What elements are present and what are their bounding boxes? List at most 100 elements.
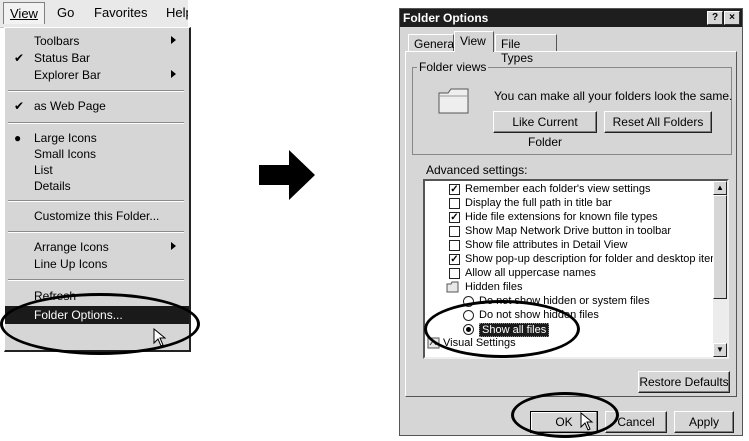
mouse-cursor-icon xyxy=(153,328,167,347)
checkbox[interactable]: ✓ xyxy=(449,254,460,265)
menu-view[interactable]: View xyxy=(3,2,45,24)
menu-item-large-icons-label: Large Icons xyxy=(34,131,97,145)
view-menu: Toolbars ✔ Status Bar Explorer Bar ✔ as … xyxy=(4,27,191,352)
menu-item-details-label: Details xyxy=(34,179,71,193)
submenu-arrow-icon xyxy=(171,70,176,78)
list-item-label: Do not show hidden or system files xyxy=(479,295,650,307)
menu-item-large-icons[interactable]: ● Large Icons xyxy=(5,130,189,146)
menu-item-explorer-bar-label: Explorer Bar xyxy=(34,68,101,82)
menu-item-status-bar-label: Status Bar xyxy=(34,51,91,65)
menu-view-label: View xyxy=(10,6,38,21)
menu-item-list[interactable]: List xyxy=(5,162,189,178)
menu-item-folder-options-label: Folder Options... xyxy=(34,308,123,322)
menu-item-list-label: List xyxy=(34,163,53,177)
list-item-label: Hidden files xyxy=(465,281,523,293)
menu-item-as-web-page-label: as Web Page xyxy=(34,99,106,113)
list-item-label: Allow all uppercase names xyxy=(465,267,596,279)
list-item-label: Visual Settings xyxy=(443,337,516,349)
apply-button[interactable]: Apply xyxy=(674,411,734,433)
reset-all-folders-button[interactable]: Reset All Folders xyxy=(604,111,712,133)
menu-separator xyxy=(8,231,184,233)
ok-label: OK xyxy=(555,415,573,429)
menu-item-small-icons-label: Small Icons xyxy=(34,147,97,161)
tab-view[interactable]: View xyxy=(454,31,494,52)
cancel-label: Cancel xyxy=(617,415,655,429)
checkbox[interactable] xyxy=(449,240,460,251)
scroll-up-button[interactable]: ▲ xyxy=(713,181,727,195)
checkbox[interactable] xyxy=(449,268,460,279)
menu-item-arrange-icons-label: Arrange Icons xyxy=(34,240,109,254)
menu-item-toolbars-label: Toolbars xyxy=(34,34,80,48)
menu-item-status-bar[interactable]: ✔ Status Bar xyxy=(5,50,189,66)
tab-file-types[interactable]: File Types xyxy=(495,34,557,65)
menu-item-line-up-icons[interactable]: Line Up Icons xyxy=(5,256,189,272)
apply-label: Apply xyxy=(688,415,720,429)
menu-item-refresh[interactable]: Refresh xyxy=(5,288,189,304)
checkbox[interactable] xyxy=(449,226,460,237)
menu-item-line-up-icons-label: Line Up Icons xyxy=(34,257,108,271)
menu-help[interactable]: Help xyxy=(166,5,188,20)
menu-go[interactable]: Go xyxy=(57,5,74,20)
checkbox[interactable] xyxy=(449,198,460,209)
list-scrollbar[interactable]: ▲ ▼ xyxy=(713,181,727,357)
menu-item-details[interactable]: Details xyxy=(5,178,189,194)
list-item-label: Remember each folder's view settings xyxy=(465,183,651,195)
menu-go-label: Go xyxy=(57,5,75,20)
visual-settings-icon xyxy=(427,337,440,349)
list-item-label: Show Map Network Drive button in toolbar xyxy=(465,225,672,237)
menu-item-as-web-page[interactable]: ✔ as Web Page xyxy=(5,98,189,114)
check-icon: ✔ xyxy=(14,51,25,65)
menu-help-label: Help xyxy=(166,5,188,20)
menu-separator xyxy=(8,279,184,281)
menu-item-customize-label: Customize this Folder... xyxy=(34,209,160,223)
list-item-label: Do not show hidden files xyxy=(479,309,599,321)
submenu-arrow-icon xyxy=(171,36,176,44)
restore-defaults-label: Restore Defaults xyxy=(639,375,729,389)
submenu-arrow-icon xyxy=(171,242,176,250)
menu-item-toolbars[interactable]: Toolbars xyxy=(5,33,189,49)
radio-button-selected[interactable] xyxy=(463,324,474,335)
check-icon: ✔ xyxy=(14,99,25,113)
list-item-label: Display the full path in title bar xyxy=(465,197,612,209)
menu-item-small-icons[interactable]: Small Icons xyxy=(5,146,189,162)
menu-favorites[interactable]: Favorites xyxy=(94,5,147,20)
like-current-folder-button[interactable]: Like Current Folder xyxy=(493,111,597,149)
restore-defaults-button[interactable]: Restore Defaults xyxy=(638,371,730,393)
advanced-settings-list[interactable]: ✓ Remember each folder's view settings D… xyxy=(423,179,729,359)
scroll-thumb[interactable] xyxy=(713,195,727,299)
mouse-cursor-icon xyxy=(580,412,594,431)
menu-separator xyxy=(8,122,184,124)
menu-item-explorer-bar[interactable]: Explorer Bar xyxy=(5,67,189,83)
tab-general[interactable]: General xyxy=(408,34,457,51)
list-item-label: Show all files xyxy=(479,323,550,337)
bullet-icon: ● xyxy=(14,131,22,145)
radio-button[interactable] xyxy=(463,296,474,307)
list-item-label: Show file attributes in Detail View xyxy=(465,239,628,251)
menu-separator xyxy=(8,90,184,92)
reset-all-folders-label: Reset All Folders xyxy=(612,115,704,129)
list-item-label: Show pop-up description for folder and d… xyxy=(465,253,728,265)
folder-views-label: Folder views xyxy=(417,60,489,74)
close-button[interactable]: × xyxy=(724,11,740,25)
menu-separator xyxy=(8,200,184,202)
checkbox[interactable]: ✓ xyxy=(449,212,460,223)
checkbox[interactable]: ✓ xyxy=(449,184,460,195)
radio-button[interactable] xyxy=(463,310,474,321)
menu-item-arrange-icons[interactable]: Arrange Icons xyxy=(5,239,189,255)
help-button[interactable]: ? xyxy=(707,11,723,25)
menu-bar: View Go Favorites Help xyxy=(0,0,188,28)
cancel-button[interactable]: Cancel xyxy=(605,411,667,433)
folder-icon xyxy=(446,281,459,293)
menu-item-refresh-label: Refresh xyxy=(34,289,77,303)
dialog-title-bar: Folder Options ? × xyxy=(400,9,742,27)
menu-item-customize-folder[interactable]: Customize this Folder... xyxy=(5,208,189,224)
folder-options-dialog: Folder Options ? × General View File Typ… xyxy=(399,8,743,436)
list-item-label: Hide file extensions for known file type… xyxy=(465,211,658,223)
right-arrow-icon xyxy=(259,150,315,200)
advanced-settings-label: Advanced settings: xyxy=(426,163,528,177)
menu-favorites-label: Favorites xyxy=(94,5,148,20)
menu-item-folder-options[interactable]: Folder Options... xyxy=(5,306,189,324)
dialog-title: Folder Options xyxy=(403,11,489,25)
scroll-down-button[interactable]: ▼ xyxy=(713,343,727,357)
folder-views-description: You can make all your folders look the s… xyxy=(494,89,733,103)
